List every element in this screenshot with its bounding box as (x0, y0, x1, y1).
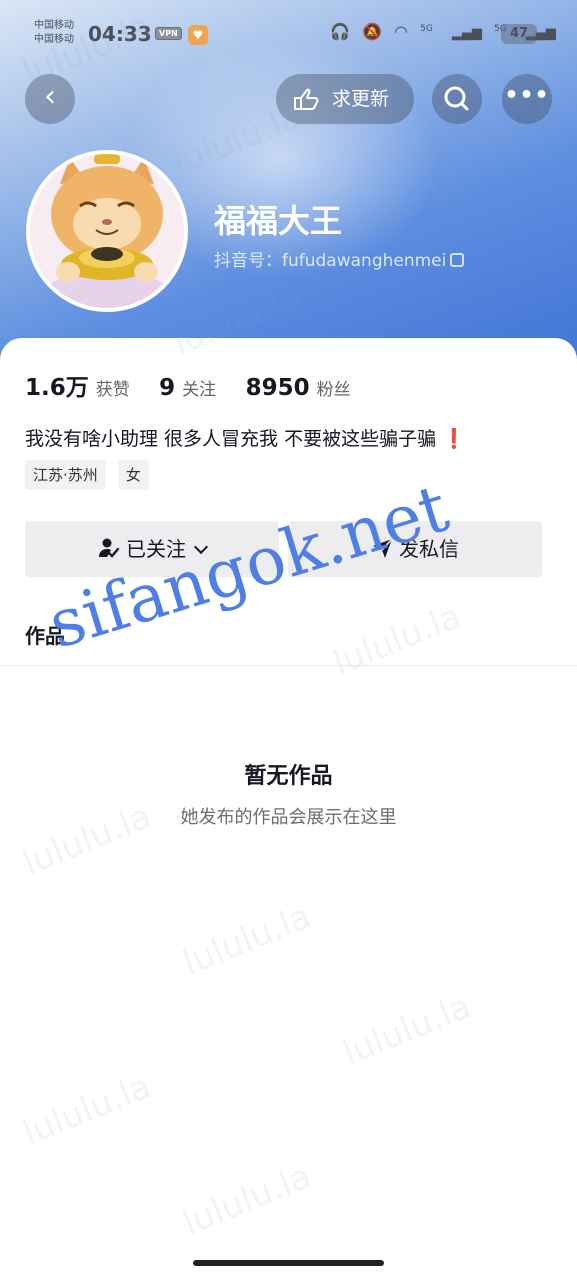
vpn-badge: VPN (155, 27, 182, 40)
status-time: 04:33 (88, 22, 152, 46)
carrier-info: 中国移动 中国移动 (34, 19, 74, 47)
heart-app-icon: ♥ (188, 25, 208, 45)
likes-value: 1.6万 (25, 375, 89, 401)
followers-stat[interactable]: 8950 粉丝 (246, 375, 351, 401)
send-message-button[interactable]: 发私信 (288, 521, 542, 577)
empty-state-subtitle: 她发布的作品会展示在这里 (180, 807, 397, 828)
headphones-icon: 🎧 (330, 22, 350, 41)
profile-stats: 1.6万 获赞 9 关注 8950 粉丝 (25, 368, 375, 402)
followed-button[interactable]: 已关注 (25, 521, 279, 577)
status-bar: 中国移动 中国移动 04:33 VPN ♥ 🎧 🔕 ◠ 5G ▂▄▆ 5G ▂▄… (0, 14, 577, 54)
chevron-left-icon: ‹ (44, 79, 56, 114)
carrier-2: 中国移动 (34, 34, 74, 45)
user-check-icon (99, 538, 120, 558)
followers-label: 粉丝 (316, 380, 351, 400)
exclamation-emoji: ❗ (442, 428, 466, 450)
profile-tabs: 作品 (0, 598, 577, 666)
profile-card: 1.6万 获赞 9 关注 8950 粉丝 我没有啥小助理 很多人冒充我 不要被这些骗子… (0, 338, 577, 1280)
send-message-label: 发私信 (399, 537, 459, 561)
signal-bars-icon: ▂▄▆ (451, 26, 482, 41)
more-dots-icon: ••• (504, 83, 550, 108)
more-button[interactable]: ••• (502, 74, 552, 124)
mute-bell-icon: 🔕 (362, 22, 382, 41)
douyin-id-value: fufudawanghenmei (282, 251, 447, 271)
profile-bio: 我没有啥小助理 很多人冒充我 不要被这些骗子骗 ❗ (25, 424, 466, 451)
empty-state-title: 暂无作品 (244, 764, 333, 789)
location-tag: 江苏·苏州 (25, 460, 106, 490)
carrier-1: 中国移动 (34, 20, 74, 31)
chevron-down-icon (193, 539, 209, 555)
status-icons: 🎧 🔕 ◠ 5G ▂▄▆ 5G ▂▄▆ (330, 22, 556, 46)
search-button[interactable] (432, 74, 482, 124)
copy-icon[interactable] (450, 253, 465, 267)
following-label: 关注 (182, 380, 217, 400)
following-stat[interactable]: 9 关注 (159, 375, 217, 401)
followers-value: 8950 (245, 375, 310, 401)
signal-icon: 5G (420, 24, 433, 34)
likes-label: 获赞 (95, 380, 130, 400)
request-update-button[interactable]: 求更新 (276, 74, 414, 124)
battery-indicator: 47 (501, 24, 537, 44)
profile-name: 福福大王 (214, 202, 343, 240)
profile-tags: 江苏·苏州 女 (25, 460, 156, 490)
search-icon (444, 86, 469, 111)
cat-avatar-image (30, 154, 184, 308)
request-update-label: 求更新 (332, 88, 390, 110)
back-button[interactable]: ‹ (25, 74, 75, 124)
bio-text: 我没有啥小助理 很多人冒充我 不要被这些骗子骗 (25, 428, 437, 450)
followed-label: 已关注 (126, 537, 186, 561)
thumb-hand-icon (294, 88, 319, 110)
wifi-icon: ◠ (394, 22, 408, 41)
likes-stat[interactable]: 1.6万 获赞 (25, 375, 130, 401)
paper-plane-icon (373, 538, 393, 558)
following-value: 9 (159, 375, 176, 401)
tab-works[interactable]: 作品 (25, 620, 65, 649)
gender-tag: 女 (117, 460, 149, 490)
douyin-id-label: 抖音号： (214, 251, 282, 271)
douyin-id-row[interactable]: 抖音号：fufudawanghenmei (214, 246, 465, 271)
home-indicator[interactable] (193, 1260, 384, 1266)
avatar[interactable] (26, 150, 188, 312)
